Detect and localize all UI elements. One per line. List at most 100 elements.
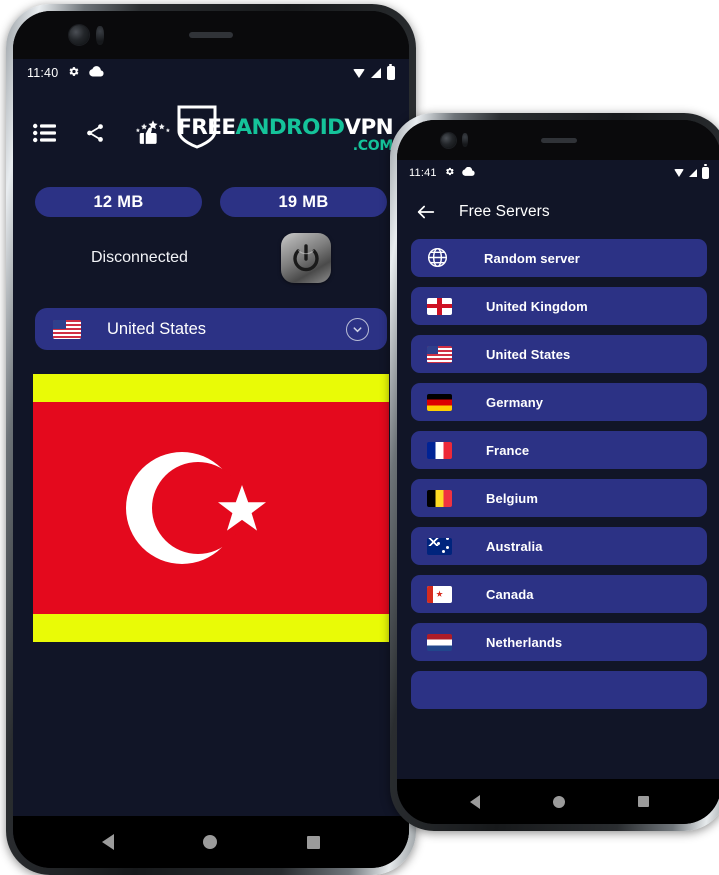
- menu-list-icon[interactable]: [33, 123, 57, 148]
- selected-country-label: United States: [107, 319, 207, 338]
- download-stat-pill[interactable]: 12 MB: [35, 187, 202, 217]
- status-time: 11:41: [409, 166, 437, 179]
- phone1-android-nav-bar: [13, 816, 409, 868]
- phone-device-secondary: 11:41 Free Servers Random server United …: [390, 113, 719, 831]
- list-item-label: Belgium: [486, 490, 538, 506]
- battery-icon: [702, 164, 709, 179]
- connect-power-button[interactable]: [281, 233, 331, 283]
- phone1-status-right: [353, 63, 395, 80]
- flag-fr-icon: [427, 441, 452, 459]
- servers-app-bar: Free Servers: [397, 185, 719, 239]
- back-triangle-icon[interactable]: [101, 834, 114, 850]
- list-item[interactable]: France: [411, 431, 707, 469]
- list-item-partial[interactable]: [411, 671, 707, 709]
- phone-device-primary: 11:40 FREEANDROIDVPN .COM 12 MB 19 MB Di…: [6, 4, 416, 875]
- connection-status-text: Disconnected: [91, 249, 188, 266]
- flag-nl-icon: [427, 633, 452, 651]
- phone2-android-nav-bar: [397, 779, 719, 824]
- phone2-status-left: 11:41: [409, 166, 475, 180]
- phone2-status-right: [674, 164, 709, 179]
- ad-bottom-bar: [33, 614, 389, 642]
- battery-icon: [387, 63, 395, 80]
- gear-icon: [444, 166, 455, 180]
- phone1-status-left: 11:40: [27, 65, 104, 81]
- recents-square-icon[interactable]: [637, 796, 649, 807]
- phone2-screen: 11:41 Free Servers Random server United …: [397, 160, 719, 818]
- connection-status-row: Disconnected: [13, 217, 409, 283]
- page-title: Free Servers: [459, 203, 550, 220]
- phone1-front-sensors: [69, 25, 105, 45]
- cloud-icon: [461, 166, 475, 179]
- proximity-sensor-icon: [462, 132, 469, 148]
- globe-icon: [426, 246, 450, 270]
- list-item[interactable]: United Kingdom: [411, 287, 707, 325]
- phone1-screen: 11:40 FREEANDROIDVPN .COM 12 MB 19 MB Di…: [13, 59, 409, 861]
- list-item[interactable]: Canada: [411, 575, 707, 613]
- country-selector[interactable]: United States: [35, 308, 387, 350]
- home-circle-icon[interactable]: [203, 835, 218, 849]
- app-toolbar: FREEANDROIDVPN .COM: [13, 87, 409, 161]
- list-item-label: Australia: [486, 538, 543, 554]
- list-item-label: Netherlands: [486, 634, 563, 650]
- phone2-bezel: 11:41 Free Servers Random server United …: [397, 120, 719, 824]
- wifi-icon: [674, 168, 684, 177]
- signal-icon: [371, 68, 381, 78]
- traffic-stats-row: 12 MB 19 MB: [13, 161, 409, 217]
- chevron-down-icon[interactable]: [346, 317, 369, 341]
- screenshot-canvas: 11:40 FREEANDROIDVPN .COM 12 MB 19 MB Di…: [0, 0, 719, 875]
- upload-stat-pill[interactable]: 19 MB: [220, 187, 387, 217]
- back-arrow-icon[interactable]: [415, 201, 437, 223]
- list-item[interactable]: Belgium: [411, 479, 707, 517]
- star-icon: [217, 485, 266, 531]
- flag-us-icon: [427, 345, 452, 363]
- share-icon[interactable]: [84, 122, 106, 149]
- cloud-icon: [89, 66, 104, 80]
- ad-top-bar: [33, 374, 389, 402]
- app-logo: FREEANDROIDVPN .COM: [177, 105, 394, 155]
- list-item-label: United Kingdom: [486, 298, 588, 314]
- proximity-sensor-icon: [96, 25, 105, 45]
- power-icon: [293, 244, 319, 272]
- flag-ca-icon: [427, 585, 452, 603]
- list-item-label: Canada: [486, 586, 534, 602]
- front-camera-icon: [441, 132, 456, 148]
- gear-icon: [67, 65, 80, 81]
- list-item[interactable]: Random server: [411, 239, 707, 277]
- list-item[interactable]: Netherlands: [411, 623, 707, 661]
- list-item-label: Germany: [486, 394, 544, 410]
- ad-banner[interactable]: [33, 374, 389, 642]
- list-item-label: Random server: [484, 250, 580, 266]
- logo-domain: .COM: [352, 138, 394, 155]
- flag-be-icon: [427, 489, 452, 507]
- home-circle-icon[interactable]: [552, 795, 565, 808]
- recents-square-icon[interactable]: [307, 835, 321, 849]
- phone1-status-bar: 11:40: [13, 59, 409, 87]
- front-camera-icon: [69, 25, 89, 45]
- list-item[interactable]: Germany: [411, 383, 707, 421]
- back-triangle-icon[interactable]: [469, 794, 480, 809]
- flag-uk-icon: [427, 297, 452, 315]
- wifi-icon: [353, 68, 365, 78]
- shield-icon: [177, 105, 217, 149]
- logo-vpn: VPN: [344, 114, 393, 140]
- status-time: 11:40: [27, 66, 59, 80]
- toolbar-icon-group: [33, 119, 173, 151]
- earpiece-speaker: [541, 137, 577, 143]
- list-item[interactable]: Australia: [411, 527, 707, 565]
- logo-android: ANDROID: [235, 114, 345, 140]
- flag-us-icon: [53, 319, 81, 339]
- ad-flag-panel: [33, 402, 389, 614]
- server-list: Random server United Kingdom United Stat…: [397, 239, 719, 709]
- phone2-status-bar: 11:41: [397, 160, 719, 185]
- earpiece-speaker: [189, 32, 233, 38]
- phone1-notch-bar: [13, 11, 409, 59]
- phone1-bezel: 11:40 FREEANDROIDVPN .COM 12 MB 19 MB Di…: [13, 11, 409, 868]
- list-item[interactable]: United States: [411, 335, 707, 373]
- phone2-front-sensors: [441, 132, 469, 148]
- signal-icon: [689, 168, 697, 177]
- list-item-label: France: [486, 442, 530, 458]
- flag-au-icon: [427, 537, 452, 555]
- list-item-label: United States: [486, 346, 571, 362]
- phone2-notch-bar: [397, 120, 719, 160]
- rate-us-icon[interactable]: [133, 119, 173, 151]
